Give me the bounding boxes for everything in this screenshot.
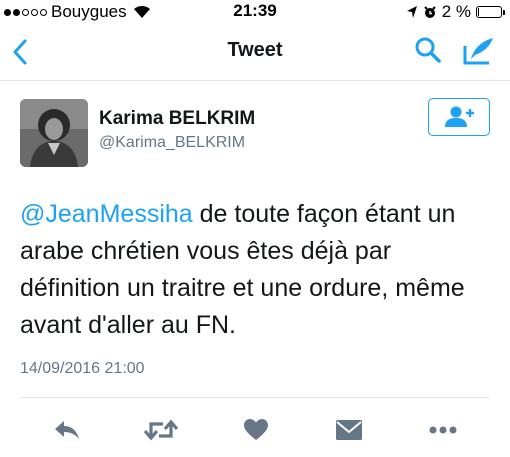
nav-bar: Tweet: [0, 24, 510, 81]
message-icon: [336, 420, 362, 440]
battery-percent: 2 %: [441, 2, 471, 21]
more-button[interactable]: [426, 416, 460, 444]
tweet-timestamp: 14/09/2016 21:00: [20, 360, 145, 377]
retweet-button[interactable]: [144, 416, 178, 444]
mention-link[interactable]: @JeanMessiha: [20, 200, 193, 228]
author-name[interactable]: Karima BELKRIM: [99, 108, 255, 130]
action-bar: [0, 410, 510, 450]
retweet-icon: [144, 419, 178, 441]
reply-icon: [55, 421, 79, 439]
compose-icon[interactable]: [462, 36, 496, 66]
status-bar: Bouygues 21:39 2 %: [0, 0, 510, 24]
like-icon: [244, 419, 268, 440]
reply-button[interactable]: [50, 416, 84, 444]
tweet-text: @JeanMessiha de toute façon étant un ara…: [20, 196, 496, 344]
follow-button[interactable]: [428, 98, 490, 136]
more-icon: [429, 426, 457, 434]
battery-icon: [476, 6, 505, 18]
message-button[interactable]: [332, 416, 366, 444]
add-user-icon: [445, 106, 474, 127]
status-right: 2 %: [406, 2, 505, 22]
divider: [20, 397, 490, 398]
alarm-icon: [423, 6, 436, 18]
author-handle[interactable]: @Karima_BELKRIM: [99, 134, 245, 152]
like-button[interactable]: [239, 416, 273, 444]
location-arrow-icon: [406, 6, 417, 18]
search-icon[interactable]: [414, 36, 442, 64]
avatar[interactable]: [20, 99, 88, 167]
